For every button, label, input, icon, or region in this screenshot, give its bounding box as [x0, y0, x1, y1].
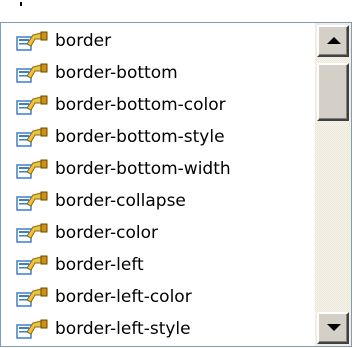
css-property-icon	[15, 286, 49, 308]
arrow-up-icon	[327, 37, 341, 44]
list-item[interactable]: border-bottom-style	[1, 121, 321, 153]
css-property-icon	[15, 94, 49, 116]
list-item-label: border	[55, 31, 112, 51]
autocomplete-list: border border-bottom border-bottom-color…	[1, 23, 321, 346]
css-property-icon	[15, 126, 49, 148]
list-item[interactable]: border-left-color	[1, 281, 321, 313]
css-property-icon	[15, 30, 49, 52]
css-property-icon	[15, 158, 49, 180]
scrollbar-thumb[interactable]	[317, 63, 349, 121]
css-property-icon	[15, 190, 49, 212]
text-cursor	[20, 2, 22, 6]
css-property-icon	[15, 254, 49, 276]
list-item-label: border-left-color	[55, 287, 192, 307]
screenshot-root: border border-bottom border-bottom-color…	[0, 0, 353, 348]
list-item[interactable]: border-bottom-color	[1, 89, 321, 121]
editor-area	[0, 0, 353, 22]
css-property-icon	[15, 62, 49, 84]
scroll-up-button[interactable]	[317, 25, 349, 57]
list-item-label: border-bottom-style	[55, 127, 225, 147]
list-item[interactable]: border	[1, 25, 321, 57]
list-item[interactable]: border-left	[1, 249, 321, 281]
vertical-scrollbar[interactable]	[315, 23, 351, 346]
css-property-icon	[15, 318, 49, 340]
autocomplete-dropdown: border border-bottom border-bottom-color…	[0, 22, 352, 347]
list-item-label: border-left	[55, 255, 144, 275]
list-item-label: border-left-style	[55, 319, 191, 339]
list-item-label: border-color	[55, 223, 159, 243]
list-item-label: border-bottom-color	[55, 95, 226, 115]
list-item-label: border-bottom-width	[55, 159, 231, 179]
scroll-down-button[interactable]	[317, 312, 349, 344]
list-item-label: border-collapse	[55, 191, 186, 211]
list-item[interactable]: border-color	[1, 217, 321, 249]
list-item[interactable]: border-bottom-width	[1, 153, 321, 185]
arrow-down-icon	[327, 324, 341, 331]
css-property-icon	[15, 222, 49, 244]
list-item[interactable]: border-bottom	[1, 57, 321, 89]
list-item[interactable]: border-collapse	[1, 185, 321, 217]
list-item-label: border-bottom	[55, 63, 178, 83]
list-item[interactable]: border-left-style	[1, 313, 321, 345]
